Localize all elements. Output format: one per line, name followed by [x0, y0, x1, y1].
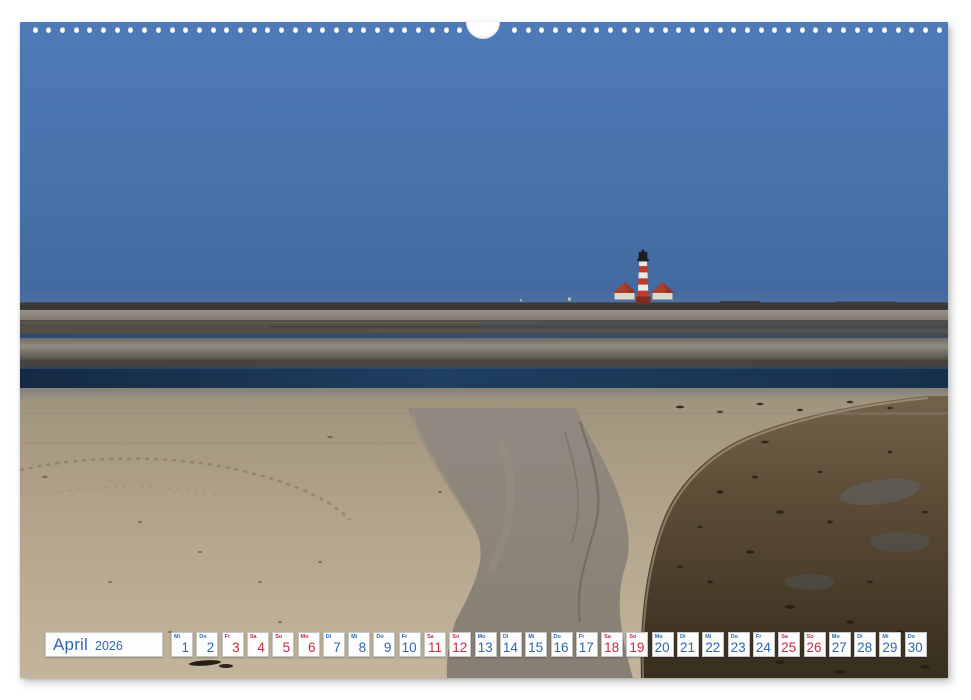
binding-hole: [649, 27, 654, 33]
binding-hole: [128, 27, 133, 33]
binding-hole: [731, 27, 736, 33]
binding-hole: [156, 27, 161, 33]
binding-hole: [594, 27, 599, 33]
binding-hole: [512, 27, 517, 33]
binding-hole: [170, 27, 175, 33]
binding-hole: [539, 27, 544, 33]
sand-specks: [43, 436, 443, 653]
binding-hole: [855, 27, 860, 33]
binding-hole: [635, 27, 640, 33]
binding-hole: [704, 27, 709, 33]
binding-hole: [772, 27, 777, 33]
binding-hole: [307, 27, 312, 33]
binding-hole: [923, 27, 928, 33]
binding-hole: [841, 27, 846, 33]
binding-hole: [334, 27, 339, 33]
binding-hole: [622, 27, 627, 33]
binding-hole: [265, 27, 270, 33]
binding-hole: [115, 27, 120, 33]
binding-hole: [348, 27, 353, 33]
binding-hole: [375, 27, 380, 33]
binding-hole: [183, 27, 188, 33]
binding-hole: [937, 27, 942, 33]
binding-hole: [567, 27, 572, 33]
binding-hole: [252, 27, 257, 33]
binding-hole: [444, 27, 449, 33]
tidal-creek: [408, 408, 633, 678]
binding-hole: [800, 27, 805, 33]
binding-hole: [224, 27, 229, 33]
binding-hole: [197, 27, 202, 33]
binding-hole: [457, 27, 462, 33]
binding-hole: [827, 27, 832, 33]
binding-hole: [142, 27, 147, 33]
binding-hole: [416, 27, 421, 33]
binding-hole: [882, 27, 887, 33]
lighthouse: [520, 250, 675, 304]
calendar-mockup-page: { "calendar": { "month": "April", "year"…: [0, 0, 971, 700]
binding-hole: [238, 27, 243, 33]
binding-hole: [46, 27, 51, 33]
driftwood-debris: [189, 659, 221, 666]
binding-hole: [759, 27, 764, 33]
binding-hole: [101, 27, 106, 33]
binding-hole: [676, 27, 681, 33]
scene-details: [20, 22, 948, 678]
binding-hole: [402, 27, 407, 33]
binding-hole: [87, 27, 92, 33]
binding-hole: [581, 27, 586, 33]
binding-hole: [663, 27, 668, 33]
binding-hole: [868, 27, 873, 33]
binding-hole: [279, 27, 284, 33]
binding-hole: [389, 27, 394, 33]
binding-hole: [526, 27, 531, 33]
tide-mark-arc: [20, 458, 350, 520]
binding-hole: [361, 27, 366, 33]
calendar-photo: April 2026 Mi1Do2Fr3Sa4So5Mo6Di7Mi8Do9Fr…: [20, 22, 948, 678]
binding-hole: [74, 27, 79, 33]
right-house-wall: [653, 293, 673, 300]
binding-hole: [60, 27, 65, 33]
binding-hole: [718, 27, 723, 33]
left-house-wall: [615, 293, 635, 300]
binding-hole: [33, 27, 38, 33]
binding-hole: [786, 27, 791, 33]
binding-hole: [211, 27, 216, 33]
binding-hole: [608, 27, 613, 33]
binding-hole: [896, 27, 901, 33]
binding-hole: [553, 27, 558, 33]
binding-hole: [813, 27, 818, 33]
binding-hole: [909, 27, 914, 33]
binding-hole: [690, 27, 695, 33]
binding-hole: [293, 27, 298, 33]
binding-hole: [430, 27, 435, 33]
binding-hole: [745, 27, 750, 33]
binding-hole: [320, 27, 325, 33]
